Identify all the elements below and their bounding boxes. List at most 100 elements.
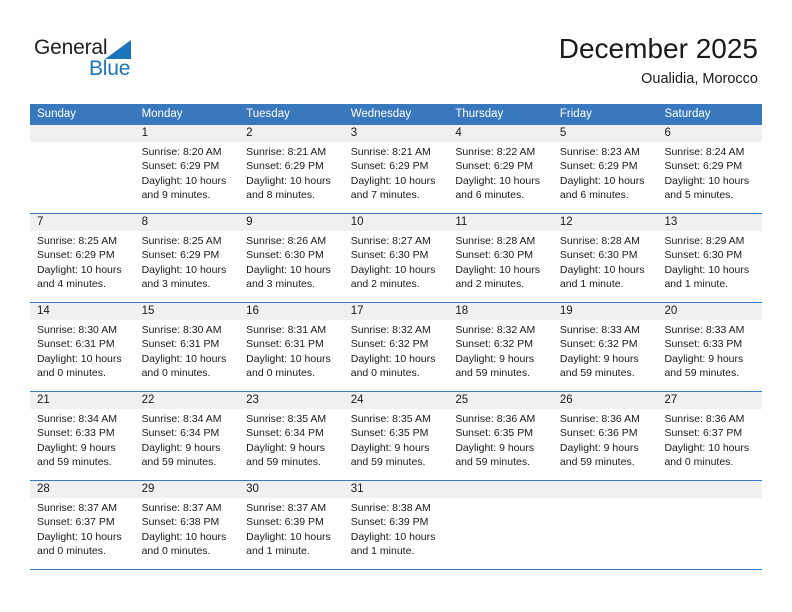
day-number: 24 xyxy=(343,392,449,409)
day-cell[interactable]: 8 Sunrise: 8:25 AM Sunset: 6:29 PM Daylight… xyxy=(134,214,240,302)
day-cell[interactable]: 27 Sunrise: 8:36 AM Sunset: 6:37 PM Dayligh… xyxy=(657,392,763,480)
day-cell[interactable]: 10 Sunrise: 8:27 AM Sunset: 6:30 PM Dayligh… xyxy=(343,214,449,302)
day-details xyxy=(448,498,553,501)
day-cell[interactable]: 4 Sunrise: 8:22 AM Sunset: 6:29 PM Daylight… xyxy=(448,125,553,213)
day-cell[interactable]: 18 Sunrise: 8:32 AM Sunset: 6:32 PM Dayligh… xyxy=(448,303,553,391)
day-cell[interactable]: 12 Sunrise: 8:28 AM Sunset: 6:30 PM Dayligh… xyxy=(552,214,658,302)
day-number: 14 xyxy=(30,303,135,320)
day-cell[interactable]: 29 Sunrise: 8:37 AM Sunset: 6:38 PM Dayligh… xyxy=(134,481,240,569)
daylight-duration-line2: and 0 minutes. xyxy=(37,544,106,557)
day-number xyxy=(448,481,553,498)
day-details xyxy=(553,498,658,501)
day-cell[interactable]: 31 Sunrise: 8:38 AM Sunset: 6:39 PM Dayligh… xyxy=(343,481,449,569)
day-cell[interactable]: 5 Sunrise: 8:23 AM Sunset: 6:29 PM Daylight… xyxy=(552,125,658,213)
day-number xyxy=(657,481,763,498)
daylight-duration-line2: and 2 minutes. xyxy=(350,277,420,290)
daylight-duration-line1: Daylight: 10 hours xyxy=(141,530,227,543)
daylight-duration-line2: and 6 minutes. xyxy=(559,188,629,201)
day-cell[interactable]: 22 Sunrise: 8:34 AM Sunset: 6:34 PM Dayligh… xyxy=(134,392,240,480)
day-details: Sunrise: 8:28 AM Sunset: 6:30 PM Daylight:… xyxy=(448,231,553,291)
day-cell[interactable]: 7 Sunrise: 8:25 AM Sunset: 6:29 PM Daylight… xyxy=(30,214,135,302)
day-details: Sunrise: 8:33 AM Sunset: 6:32 PM Daylight:… xyxy=(553,320,658,380)
day-cell[interactable]: 9 Sunrise: 8:26 AM Sunset: 6:30 PM Daylight… xyxy=(239,214,344,302)
day-cell[interactable]: 19 Sunrise: 8:33 AM Sunset: 6:32 PM Dayligh… xyxy=(552,303,658,391)
sunset-time: Sunset: 6:30 PM xyxy=(664,249,743,262)
sunrise-time: Sunrise: 8:25 AM xyxy=(141,235,222,247)
day-details: Sunrise: 8:25 AM Sunset: 6:29 PM Daylight:… xyxy=(30,231,135,291)
sunrise-time: Sunrise: 8:36 AM xyxy=(559,413,640,425)
day-cell[interactable]: 15 Sunrise: 8:30 AM Sunset: 6:31 PM Dayligh… xyxy=(134,303,240,391)
daylight-duration-line1: Daylight: 10 hours xyxy=(246,530,331,543)
sunset-time: Sunset: 6:31 PM xyxy=(37,338,115,351)
calendar-weeks: 1 Sunrise: 8:20 AM Sunset: 6:29 PM Daylight… xyxy=(30,125,763,570)
day-number: 31 xyxy=(343,481,449,498)
day-cell[interactable]: 6 Sunrise: 8:24 AM Sunset: 6:29 PM Daylight… xyxy=(657,125,763,213)
daylight-duration-line2: and 59 minutes. xyxy=(664,366,740,379)
daylight-duration-line1: Daylight: 10 hours xyxy=(246,352,331,365)
daylight-duration-line1: Daylight: 9 hours xyxy=(559,352,639,365)
day-number: 21 xyxy=(30,392,135,409)
sunrise-time: Sunrise: 8:24 AM xyxy=(664,146,745,158)
daylight-duration-line2: and 9 minutes. xyxy=(141,188,211,201)
daylight-duration-line2: and 1 minute. xyxy=(246,544,310,557)
sunset-time: Sunset: 6:29 PM xyxy=(141,249,220,262)
day-cell[interactable]: 21 Sunrise: 8:34 AM Sunset: 6:33 PM Dayligh… xyxy=(30,392,135,480)
sunrise-time: Sunrise: 8:27 AM xyxy=(350,235,431,247)
day-cell[interactable]: 11 Sunrise: 8:28 AM Sunset: 6:30 PM Dayligh… xyxy=(448,214,553,302)
day-details: Sunrise: 8:21 AM Sunset: 6:29 PM Daylight:… xyxy=(239,142,344,202)
day-number: 11 xyxy=(448,214,553,231)
day-cell-empty xyxy=(552,481,658,569)
day-number: 20 xyxy=(657,303,763,320)
day-number: 27 xyxy=(657,392,763,409)
sunset-time: Sunset: 6:32 PM xyxy=(559,338,638,351)
sunset-time: Sunset: 6:33 PM xyxy=(37,427,115,440)
day-cell[interactable]: 2 Sunrise: 8:21 AM Sunset: 6:29 PM Daylight… xyxy=(239,125,344,213)
day-number xyxy=(30,125,135,142)
logo-text-blue: Blue xyxy=(89,57,131,80)
daylight-duration-line2: and 6 minutes. xyxy=(455,188,525,201)
day-number: 3 xyxy=(343,125,449,142)
general-blue-logo[interactable]: General Blue xyxy=(34,36,164,88)
day-cell[interactable]: 26 Sunrise: 8:36 AM Sunset: 6:36 PM Dayligh… xyxy=(552,392,658,480)
daylight-duration-line1: Daylight: 9 hours xyxy=(141,441,221,454)
day-details: Sunrise: 8:26 AM Sunset: 6:30 PM Daylight:… xyxy=(239,231,344,291)
day-cell[interactable]: 16 Sunrise: 8:31 AM Sunset: 6:31 PM Dayligh… xyxy=(239,303,344,391)
day-cell[interactable]: 14 Sunrise: 8:30 AM Sunset: 6:31 PM Dayligh… xyxy=(30,303,135,391)
sunrise-time: Sunrise: 8:35 AM xyxy=(246,413,327,425)
weekday-header-sunday: Sunday xyxy=(37,108,77,120)
sunset-time: Sunset: 6:30 PM xyxy=(455,249,533,262)
day-number: 15 xyxy=(134,303,240,320)
day-cell[interactable]: 13 Sunrise: 8:29 AM Sunset: 6:30 PM Dayligh… xyxy=(657,214,763,302)
day-cell[interactable]: 3 Sunrise: 8:21 AM Sunset: 6:29 PM Daylight… xyxy=(343,125,449,213)
daylight-duration-line1: Daylight: 10 hours xyxy=(37,352,122,365)
day-cell[interactable]: 30 Sunrise: 8:37 AM Sunset: 6:39 PM Dayligh… xyxy=(239,481,344,569)
daylight-duration-line2: and 1 minute. xyxy=(559,277,624,290)
day-cell[interactable]: 17 Sunrise: 8:32 AM Sunset: 6:32 PM Dayligh… xyxy=(343,303,449,391)
page-header: General Blue December 2025 Oualidia, Mor… xyxy=(0,0,792,104)
calendar-week-row: 14 Sunrise: 8:30 AM Sunset: 6:31 PM Dayligh… xyxy=(30,303,763,392)
day-cell[interactable]: 28 Sunrise: 8:37 AM Sunset: 6:37 PM Dayligh… xyxy=(30,481,135,569)
day-number: 5 xyxy=(552,125,658,142)
daylight-duration-line1: Daylight: 10 hours xyxy=(455,174,540,187)
daylight-duration-line1: Daylight: 10 hours xyxy=(559,263,645,276)
sunrise-time: Sunrise: 8:38 AM xyxy=(350,502,431,514)
day-details: Sunrise: 8:34 AM Sunset: 6:34 PM Daylight:… xyxy=(135,409,240,469)
daylight-duration-line1: Daylight: 10 hours xyxy=(246,263,331,276)
day-details: Sunrise: 8:28 AM Sunset: 6:30 PM Daylight:… xyxy=(553,231,658,291)
day-details: Sunrise: 8:37 AM Sunset: 6:39 PM Daylight:… xyxy=(239,498,344,558)
daylight-duration-line1: Daylight: 10 hours xyxy=(37,530,122,543)
day-details xyxy=(30,142,135,145)
sunset-time: Sunset: 6:39 PM xyxy=(350,516,429,529)
day-details: Sunrise: 8:31 AM Sunset: 6:31 PM Daylight:… xyxy=(239,320,344,380)
day-cell[interactable]: 23 Sunrise: 8:35 AM Sunset: 6:34 PM Dayligh… xyxy=(239,392,344,480)
day-cell[interactable]: 25 Sunrise: 8:36 AM Sunset: 6:35 PM Dayligh… xyxy=(448,392,553,480)
day-details xyxy=(657,498,762,501)
sunset-time: Sunset: 6:29 PM xyxy=(455,160,533,173)
day-cell[interactable]: 24 Sunrise: 8:35 AM Sunset: 6:35 PM Dayligh… xyxy=(343,392,449,480)
sunrise-time: Sunrise: 8:32 AM xyxy=(455,324,536,336)
sunset-time: Sunset: 6:37 PM xyxy=(664,427,743,440)
sunset-time: Sunset: 6:35 PM xyxy=(455,427,533,440)
day-cell[interactable]: 1 Sunrise: 8:20 AM Sunset: 6:29 PM Daylight… xyxy=(134,125,240,213)
day-cell-empty xyxy=(657,481,763,569)
day-cell[interactable]: 20 Sunrise: 8:33 AM Sunset: 6:33 PM Dayligh… xyxy=(657,303,763,391)
